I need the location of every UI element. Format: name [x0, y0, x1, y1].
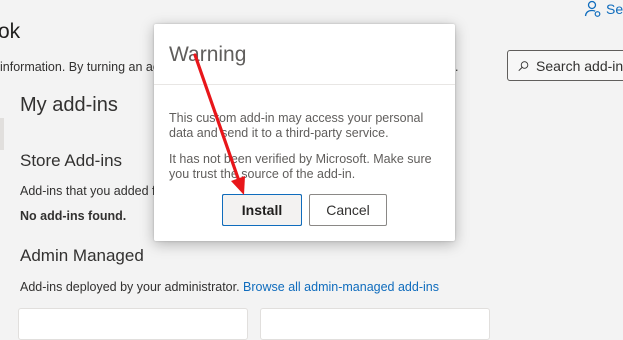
cancel-button[interactable]: Cancel [309, 194, 387, 226]
dialog-verification-text: It has not been verified by Microsoft. M… [169, 152, 432, 181]
warning-dialog: Warning This custom add-in may access yo… [154, 24, 455, 241]
install-button[interactable]: Install [222, 194, 302, 226]
dialog-divider [154, 84, 455, 85]
dialog-title: Warning [169, 43, 247, 66]
dialog-warning-text: This custom add-in may access your perso… [169, 111, 424, 140]
